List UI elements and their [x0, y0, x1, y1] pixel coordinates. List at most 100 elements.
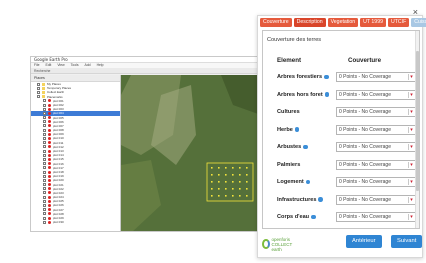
checkbox[interactable]: [37, 90, 40, 94]
info-icon[interactable]: [305, 179, 311, 185]
survey-tabs: Couverture Description Vegetation UT 1999 UT…: [260, 18, 426, 27]
menu-item[interactable]: View: [57, 63, 64, 68]
satellite-map[interactable]: [121, 75, 259, 231]
places-tree-item[interactable]: plot 030: [31, 220, 120, 224]
menu-item[interactable]: Add: [85, 63, 91, 68]
chevron-down-icon[interactable]: ▾: [408, 196, 414, 203]
checkbox[interactable]: [43, 153, 46, 157]
checkbox[interactable]: [43, 120, 46, 124]
checkbox[interactable]: [43, 107, 46, 111]
info-icon[interactable]: [303, 144, 308, 150]
checkbox[interactable]: [43, 128, 46, 132]
menu-item[interactable]: Help: [97, 63, 104, 68]
content-scrollbar[interactable]: [415, 31, 419, 228]
chevron-down-icon[interactable]: ▾: [408, 91, 414, 98]
checkbox[interactable]: [43, 195, 46, 199]
coverage-select[interactable]: 0 Points - No Coverage ▾: [336, 142, 416, 152]
checkbox[interactable]: [43, 199, 46, 203]
checkbox[interactable]: [37, 86, 40, 90]
checkbox[interactable]: [43, 103, 46, 107]
survey-tab[interactable]: Couverture: [260, 18, 292, 27]
coverage-select[interactable]: 0 Points - No Coverage ▾: [336, 177, 416, 187]
info-icon[interactable]: [318, 197, 323, 202]
checkbox[interactable]: [43, 141, 46, 145]
info-icon[interactable]: [294, 127, 300, 132]
search-toolbar[interactable]: Recherche: [31, 68, 259, 74]
survey-tab[interactable]: Vegetation: [327, 18, 359, 27]
checkbox[interactable]: [43, 149, 46, 153]
previous-button[interactable]: Antérieur: [346, 235, 382, 248]
survey-tab[interactable]: UTCIF: [387, 18, 410, 27]
checkbox[interactable]: [43, 220, 46, 224]
sample-point: [218, 181, 220, 183]
checkbox[interactable]: [43, 145, 46, 149]
info-icon[interactable]: [324, 74, 329, 80]
element-label: Herbe: [277, 127, 300, 133]
coverage-select[interactable]: 0 Points - No Coverage ▾: [336, 194, 416, 205]
sample-point: [218, 167, 220, 169]
checkbox[interactable]: [43, 212, 46, 216]
checkbox[interactable]: [43, 170, 46, 174]
checkbox[interactable]: [43, 132, 46, 136]
checkbox[interactable]: [43, 208, 46, 212]
checkbox[interactable]: [43, 137, 46, 141]
coverage-select[interactable]: 0 Points - No Coverage ▾: [336, 72, 416, 82]
checkbox[interactable]: [43, 178, 46, 182]
chevron-down-icon[interactable]: ▾: [408, 126, 414, 133]
checkbox[interactable]: [43, 111, 46, 115]
coverage-select[interactable]: 0 Points - No Coverage ▾: [336, 212, 416, 222]
info-icon[interactable]: [311, 214, 316, 220]
coverage-select[interactable]: 0 Points - No Coverage ▾: [336, 107, 416, 117]
chevron-down-icon[interactable]: ▾: [408, 109, 414, 115]
checkbox[interactable]: [43, 166, 46, 170]
checkbox[interactable]: [43, 183, 46, 187]
checkbox[interactable]: [43, 187, 46, 191]
folder-icon: [42, 90, 45, 94]
sample-point: [246, 188, 248, 190]
checkbox[interactable]: [43, 162, 46, 166]
coverage-select-value: 0 Points - No Coverage: [339, 161, 391, 168]
checkbox[interactable]: [43, 204, 46, 208]
chevron-down-icon[interactable]: ▾: [408, 179, 414, 185]
places-panel: Places My Places Temporary Places Collect …: [31, 75, 121, 231]
info-icon[interactable]: [324, 92, 330, 97]
checkbox[interactable]: [43, 124, 46, 128]
chevron-down-icon[interactable]: ▾: [408, 74, 414, 80]
menu-item[interactable]: Tools: [71, 63, 79, 68]
checkbox[interactable]: [37, 95, 40, 99]
checkbox[interactable]: [43, 191, 46, 195]
element-label-text: Corps d'eau: [277, 214, 310, 220]
element-label-text: Logement: [277, 179, 304, 185]
checkbox[interactable]: [43, 116, 46, 120]
survey-tab[interactable]: Description: [293, 18, 326, 27]
close-icon[interactable]: ×: [413, 8, 418, 17]
chevron-down-icon[interactable]: ▾: [408, 144, 414, 150]
coverage-row: Corps d'eau 0 Points - No Coverage ▾: [263, 211, 416, 224]
placemark-icon: [48, 141, 51, 145]
coverage-select[interactable]: 0 Points - No Coverage ▾: [336, 89, 416, 100]
scrollbar-thumb[interactable]: [416, 51, 419, 191]
checkbox[interactable]: [43, 216, 46, 220]
sample-point: [225, 181, 227, 183]
element-label-text: Arbres forestiers: [277, 74, 323, 80]
checkbox[interactable]: [43, 99, 46, 103]
coverage-row: Arbres hors foret 0 Points - No Coverage ▾: [263, 89, 416, 102]
survey-tab[interactable]: UT 1999: [360, 18, 386, 27]
survey-dialog: × Couverture Description Vegetation UT 1999…: [257, 8, 426, 258]
collect-earth-logo-icon: [262, 239, 270, 249]
checkbox[interactable]: [43, 174, 46, 178]
coverage-select[interactable]: 0 Points - No Coverage ▾: [336, 124, 416, 135]
chevron-down-icon[interactable]: ▾: [408, 161, 414, 168]
checkbox[interactable]: [43, 157, 46, 161]
element-label: Arbres hors foret: [277, 92, 330, 98]
coverage-select[interactable]: 0 Points - No Coverage ▾: [336, 159, 416, 170]
checkbox[interactable]: [37, 82, 40, 86]
placemark-icon: [48, 128, 51, 132]
coverage-row: Cultures 0 Points - No Coverage ▾: [263, 106, 416, 119]
chevron-down-icon[interactable]: ▾: [408, 214, 414, 220]
sample-point: [218, 174, 220, 176]
column-header-coverage: Couverture: [348, 57, 382, 64]
survey-tab[interactable]: Cuiss.: [411, 18, 426, 27]
placemark-icon: [48, 99, 51, 103]
next-button[interactable]: Suivant: [391, 235, 423, 248]
